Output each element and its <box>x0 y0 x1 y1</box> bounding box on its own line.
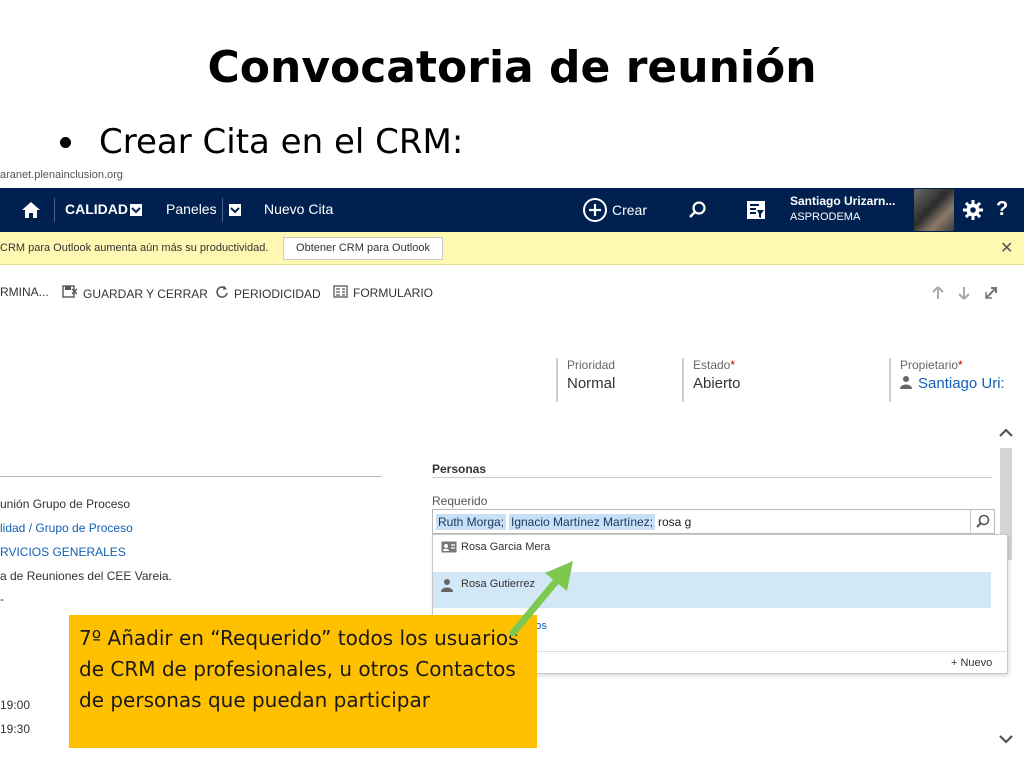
service-link[interactable]: RVICIOS GENERALES <box>0 545 126 559</box>
recurrence-label: PERIODICIDAD <box>234 286 321 301</box>
arrow-up-icon[interactable] <box>932 286 944 303</box>
crm-top-bar: CALIDAD Paneles Nuevo Cita Crear Santiag… <box>0 188 1024 232</box>
chevron-down-icon[interactable] <box>229 204 241 216</box>
owner-label: Propietario <box>900 358 959 372</box>
owner-value-row: Santiago Uri: <box>900 375 1005 392</box>
contact-card-icon <box>441 541 457 556</box>
form-button[interactable]: FORMULARIO <box>333 285 433 301</box>
chevron-down-icon[interactable] <box>998 732 1014 750</box>
owner-link[interactable]: Santiago Uri: <box>918 375 1005 392</box>
create-button[interactable]: Crear <box>612 202 647 218</box>
instruction-callout: 7º Añadir en “Requerido” todos los usuar… <box>69 615 537 748</box>
callout-arrow <box>509 561 573 637</box>
regarding-link[interactable]: lidad / Grupo de Proceso <box>0 521 133 535</box>
slide-title: Convocatoria de reunión <box>207 42 817 93</box>
search-icon[interactable] <box>688 200 708 225</box>
refresh-icon <box>215 285 229 302</box>
new-record-label: Nuevo <box>960 657 993 669</box>
close-icon[interactable]: ✕ <box>1000 238 1013 258</box>
start-time-value[interactable]: 19:00 <box>0 698 30 712</box>
subject-value[interactable]: unión Grupo de Proceso <box>0 497 130 511</box>
chevron-up-icon[interactable] <box>998 426 1014 444</box>
status-label-row: Estado* <box>693 358 741 372</box>
save-close-button[interactable]: GUARDAR Y CERRAR <box>62 285 208 302</box>
form-icon <box>333 285 348 301</box>
priority-label: Prioridad <box>567 358 616 372</box>
user-icon <box>441 578 453 595</box>
owner-label-row: Propietario* <box>900 358 1005 372</box>
lookup-search-icon[interactable] <box>970 510 994 533</box>
gear-icon[interactable] <box>962 199 984 226</box>
record-navigation <box>932 286 998 303</box>
attendee-token[interactable]: Ignacio Martínez Martínez; <box>509 514 656 530</box>
form-label: FORMULARIO <box>353 286 434 300</box>
required-mark: * <box>730 358 736 372</box>
finish-command[interactable]: RMINA... <box>0 285 49 299</box>
user-icon <box>900 375 912 389</box>
lookup-result-name: Rosa Garcia Mera <box>461 541 551 553</box>
section-divider <box>0 476 382 477</box>
nav-separator <box>54 198 55 222</box>
create-plus-icon[interactable] <box>582 197 608 223</box>
section-divider <box>432 477 992 478</box>
nav-separator <box>222 198 223 222</box>
required-mark: * <box>958 358 963 372</box>
status-value[interactable]: Abierto <box>693 375 741 392</box>
empty-field-value[interactable]: - <box>0 592 4 606</box>
chevron-down-icon[interactable] <box>130 204 142 216</box>
priority-value[interactable]: Normal <box>567 375 615 392</box>
end-time-value[interactable]: 19:30 <box>0 722 30 736</box>
notification-text: CRM para Outlook aumenta aún más su prod… <box>0 242 269 254</box>
required-attendees-input[interactable]: Ruth Morga; Ignacio Martínez Martínez; r… <box>432 509 995 534</box>
notification-bar: CRM para Outlook aumenta aún más su prod… <box>0 232 1024 265</box>
location-value[interactable]: a de Reuniones del CEE Vareia. <box>0 569 172 583</box>
new-record-button[interactable]: + Nuevo <box>951 657 992 669</box>
required-attendees-label: Requerido <box>432 494 488 508</box>
typed-query[interactable]: rosa g <box>658 515 691 529</box>
home-icon[interactable] <box>20 200 42 220</box>
panels-menu[interactable]: Paneles <box>166 201 217 217</box>
help-icon[interactable]: ? <box>996 198 1016 220</box>
avatar[interactable] <box>914 189 954 231</box>
slide-bullet-text: Crear Cita en el CRM: <box>99 122 464 162</box>
owner-field[interactable]: Propietario* Santiago Uri: <box>889 358 1005 402</box>
user-name[interactable]: Santiago Urizarn... <box>790 194 895 208</box>
status-label: Estado <box>693 358 731 372</box>
breadcrumb-current-page: Nuevo Cita <box>264 201 334 217</box>
slide-bullet: Crear Cita en el CRM: <box>60 122 463 162</box>
user-organization: ASPRODEMA <box>790 211 861 223</box>
advanced-find-icon[interactable] <box>745 199 767 226</box>
get-outlook-button[interactable]: Obtener CRM para Outlook <box>283 237 443 260</box>
personas-section-title: Personas <box>432 462 487 476</box>
save-close-label: GUARDAR Y CERRAR <box>83 286 208 301</box>
priority-field[interactable]: Prioridad Normal <box>556 358 615 402</box>
bullet-dot <box>60 136 71 148</box>
recurrence-button[interactable]: PERIODICIDAD <box>215 285 321 302</box>
browser-url: aranet.plenainclusion.org <box>0 168 1024 188</box>
finish-label: RMINA... <box>0 285 49 299</box>
save-close-icon <box>62 285 78 302</box>
arrow-down-icon[interactable] <box>958 286 970 303</box>
command-bar: RMINA... GUARDAR Y CERRAR PERIODICIDAD F… <box>0 285 1024 307</box>
area-menu[interactable]: CALIDAD <box>65 201 128 217</box>
expand-icon[interactable] <box>984 286 998 303</box>
attendee-token[interactable]: Ruth Morga; <box>436 514 507 530</box>
status-field[interactable]: Estado* Abierto <box>682 358 741 402</box>
